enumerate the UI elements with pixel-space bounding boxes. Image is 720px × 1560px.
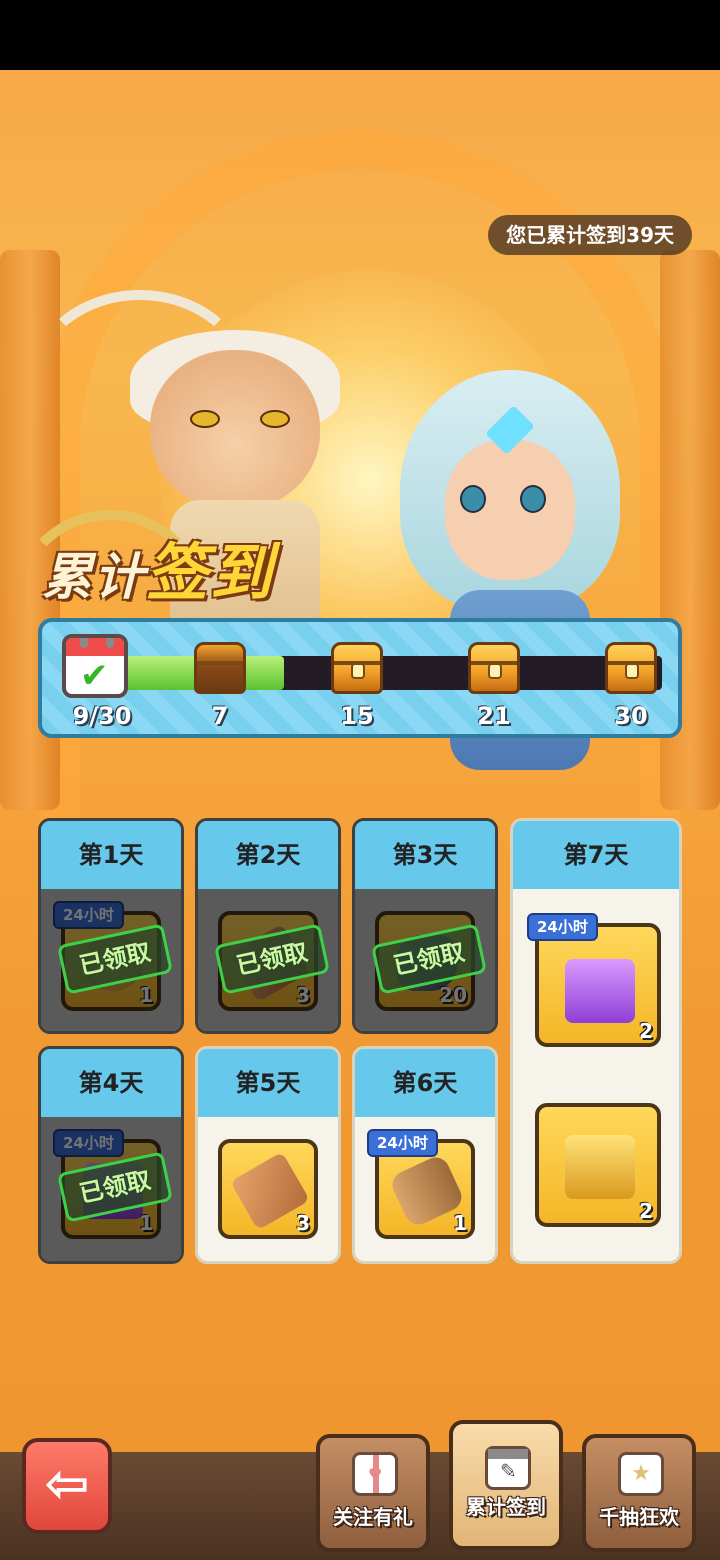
day-label: 第7天 xyxy=(513,821,679,895)
day-card-3[interactable]: 第3天 20 已领取 xyxy=(352,818,498,1034)
item-quantity: 3 xyxy=(296,983,310,1007)
timer-badge: 24小时 xyxy=(53,1129,124,1157)
item-quantity: 1 xyxy=(453,1211,467,1235)
timer-badge: 24小时 xyxy=(527,913,598,941)
day-label: 第6天 xyxy=(355,1049,495,1123)
tab-follow-gift[interactable]: 关注有礼 xyxy=(316,1434,430,1552)
day-card-5[interactable]: 第5天 3 xyxy=(195,1046,341,1264)
page-title: 累计签到 xyxy=(42,522,274,609)
day-label: 第2天 xyxy=(198,821,338,895)
tab-thousand-draws[interactable]: 千抽狂欢 xyxy=(582,1434,696,1552)
chest-open-icon xyxy=(194,642,246,694)
item-quantity: 20 xyxy=(439,983,467,1007)
milestone-7[interactable]: 7 xyxy=(190,636,250,736)
reward-item[interactable]: 24小时 1 xyxy=(367,1129,475,1239)
signin-scene xyxy=(0,70,720,1560)
gift-icon xyxy=(352,1452,398,1496)
arrow-left-icon: ⇦ xyxy=(44,1452,90,1515)
milestone-label: 7 xyxy=(211,702,229,730)
chest-locked-icon xyxy=(605,642,657,694)
tab-label: 关注有礼 xyxy=(333,1505,413,1529)
timer-badge: 24小时 xyxy=(53,901,124,929)
reward-item[interactable]: 3 xyxy=(218,1139,318,1239)
milestone-label: 15 xyxy=(340,702,374,730)
gold-card-icon xyxy=(565,1135,635,1199)
back-button[interactable]: ⇦ xyxy=(22,1438,112,1534)
tab-label: 累计签到 xyxy=(466,1495,546,1519)
signin-progress-panel: ✔ 9/30 7 15 21 30 xyxy=(38,618,682,738)
item-quantity: 1 xyxy=(139,983,153,1007)
title-part-2: 签到 xyxy=(146,536,275,609)
day-card-7[interactable]: 第7天 24小时 2 2 xyxy=(510,818,682,1264)
day-card-4[interactable]: 第4天 24小时 1 已领取 xyxy=(38,1046,184,1264)
milestone-label: 30 xyxy=(614,702,648,730)
total-signin-badge: 您已累计签到39天 xyxy=(488,215,692,255)
item-quantity: 2 xyxy=(639,1019,653,1043)
item-quantity: 2 xyxy=(639,1199,653,1223)
day-label: 第5天 xyxy=(198,1049,338,1123)
timer-badge: 24小时 xyxy=(367,1129,438,1157)
milestone-21[interactable]: 21 xyxy=(464,636,524,736)
calendar-icon xyxy=(485,1446,531,1490)
milestone-label: 21 xyxy=(477,702,511,730)
star-gift-icon xyxy=(618,1452,664,1496)
milestone-15[interactable]: 15 xyxy=(327,636,387,736)
milestone-30[interactable]: 30 xyxy=(601,636,661,736)
gem-chest-icon xyxy=(565,959,635,1023)
item-quantity: 1 xyxy=(139,1211,153,1235)
day-card-1[interactable]: 第1天 24小时 1 已领取 xyxy=(38,818,184,1034)
tab-cumulative-signin[interactable]: 累计签到 xyxy=(449,1420,563,1550)
chest-locked-icon xyxy=(331,642,383,694)
progress-count: 9/30 xyxy=(72,702,132,730)
reward-item[interactable]: 24小时 2 xyxy=(527,913,661,1047)
day-label: 第1天 xyxy=(41,821,181,895)
item-quantity: 3 xyxy=(296,1211,310,1235)
title-part-1: 累计 xyxy=(42,548,146,606)
day-label: 第3天 xyxy=(355,821,495,895)
day-label: 第4天 xyxy=(41,1049,181,1123)
status-bar xyxy=(0,0,720,70)
tab-label: 千抽狂欢 xyxy=(599,1505,679,1529)
reward-item[interactable]: 2 xyxy=(535,1103,661,1227)
chest-locked-icon xyxy=(468,642,520,694)
day-card-2[interactable]: 第2天 3 已领取 xyxy=(195,818,341,1034)
day-card-6[interactable]: 第6天 24小时 1 xyxy=(352,1046,498,1264)
calendar-check-icon: ✔ xyxy=(62,634,128,698)
